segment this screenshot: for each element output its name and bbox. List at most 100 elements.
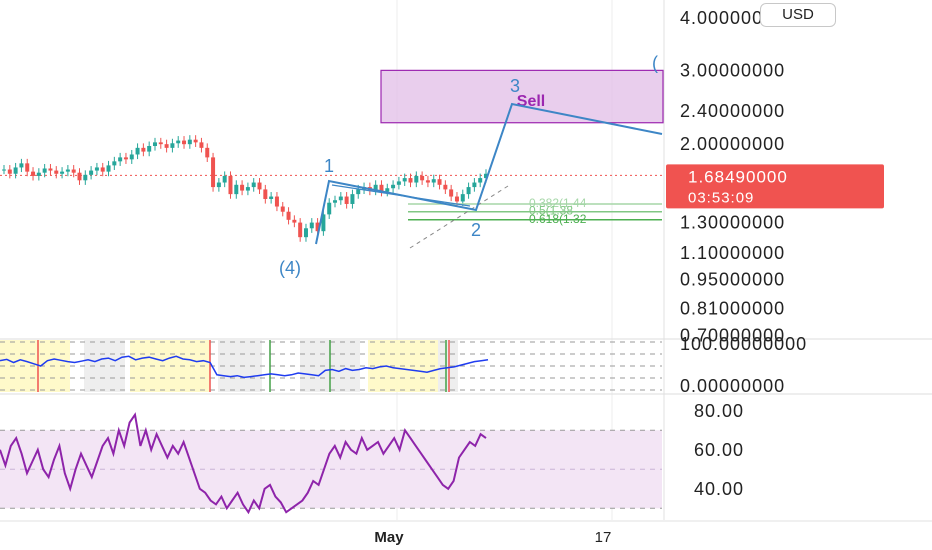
candle-body xyxy=(286,211,291,220)
candle-body xyxy=(77,172,82,181)
wave-label: 1 xyxy=(324,156,334,176)
last-price-countdown: 03:53:09 xyxy=(688,189,754,206)
candle-body xyxy=(176,140,181,144)
candle xyxy=(420,171,425,185)
candle-body xyxy=(449,189,454,197)
candle-body xyxy=(100,167,105,172)
time-axis-label: May xyxy=(374,529,404,546)
candle-body xyxy=(31,171,36,176)
candle xyxy=(333,195,338,208)
candle-body xyxy=(123,157,128,160)
candle-body xyxy=(460,194,465,202)
candle xyxy=(274,192,279,212)
price-axis-label: 1.30000000 xyxy=(680,213,785,233)
candle xyxy=(251,178,256,192)
wave-label: ( xyxy=(652,53,658,73)
candle xyxy=(350,189,355,209)
price-axis-label: 0.81000000 xyxy=(680,299,785,319)
candle-body xyxy=(327,202,332,215)
candle xyxy=(437,174,442,190)
candle-body xyxy=(118,157,123,162)
candle-body xyxy=(443,184,448,190)
candle xyxy=(309,218,314,233)
candle xyxy=(292,215,297,228)
candle xyxy=(152,137,157,151)
candle xyxy=(222,171,227,188)
candle-body xyxy=(344,196,349,204)
candle-body xyxy=(187,139,192,145)
candle xyxy=(391,180,396,193)
candle-body xyxy=(257,182,262,190)
candle xyxy=(158,137,163,149)
wave-label: 3 xyxy=(510,76,520,96)
candle xyxy=(100,162,105,177)
indicator-pane xyxy=(0,340,662,392)
candle xyxy=(338,192,343,205)
candle-body xyxy=(437,179,442,185)
wave-label: 2 xyxy=(471,220,481,240)
rsi-axis-label: 60.00 xyxy=(694,440,744,460)
candle xyxy=(443,180,448,195)
candle-body xyxy=(199,142,204,148)
indicator-axis-label: 0.00000000 xyxy=(680,376,785,396)
candle-body xyxy=(19,163,24,168)
candle xyxy=(147,141,152,157)
candle xyxy=(19,158,24,173)
projection-trendline xyxy=(409,185,509,249)
candle-body xyxy=(135,147,140,155)
candle xyxy=(83,170,88,185)
price-axis-label: 0.95000000 xyxy=(680,270,785,290)
last-price-value: 1.68490000 xyxy=(688,167,788,186)
candle-body xyxy=(54,170,59,174)
candle xyxy=(466,182,471,199)
candle xyxy=(123,152,128,164)
candle xyxy=(141,143,146,157)
candle-body xyxy=(280,206,285,212)
candle xyxy=(187,135,192,149)
candle-body xyxy=(234,184,239,195)
candle xyxy=(65,165,70,177)
rsi-axis-label: 40.00 xyxy=(694,479,744,499)
candle-body xyxy=(193,139,198,143)
candle-body xyxy=(431,179,436,183)
candle xyxy=(164,139,169,153)
price-axis-label: 2.40000000 xyxy=(680,101,785,121)
chart-stage: Sell0.382(1.440.5(1.380.618(1.321(4)32( … xyxy=(0,0,932,546)
price-axis-label: 1.10000000 xyxy=(680,243,785,263)
candle-body xyxy=(251,182,256,188)
candle-body xyxy=(303,228,308,238)
candle xyxy=(385,183,390,197)
candle-body xyxy=(425,180,430,183)
candle-body xyxy=(48,168,53,171)
candle-body xyxy=(263,189,268,199)
candle-body xyxy=(408,178,413,183)
candle xyxy=(257,178,262,195)
candle xyxy=(449,184,454,202)
candle xyxy=(89,166,94,180)
candle xyxy=(193,135,198,147)
candle xyxy=(344,192,349,209)
wave-label: (4) xyxy=(279,258,301,278)
candle-body xyxy=(245,187,250,191)
candle-body xyxy=(13,167,18,174)
candle-body xyxy=(298,222,303,238)
candle xyxy=(245,182,250,196)
candle-body xyxy=(2,169,6,171)
candle xyxy=(216,178,221,192)
candle-body xyxy=(65,169,70,172)
candle-body xyxy=(472,182,477,188)
candle-body xyxy=(141,147,146,152)
candle-body xyxy=(83,174,88,181)
candle xyxy=(60,167,65,179)
rsi-axis-label: 80.00 xyxy=(694,401,744,421)
candle-body xyxy=(89,170,94,175)
candle-body xyxy=(222,175,227,183)
candle xyxy=(327,198,332,219)
currency-button[interactable]: USD xyxy=(760,3,836,27)
candle xyxy=(280,202,285,217)
candle xyxy=(36,168,41,181)
candle xyxy=(112,156,117,170)
candle-body xyxy=(60,171,65,174)
candle xyxy=(298,218,303,242)
candle-body xyxy=(338,196,343,201)
